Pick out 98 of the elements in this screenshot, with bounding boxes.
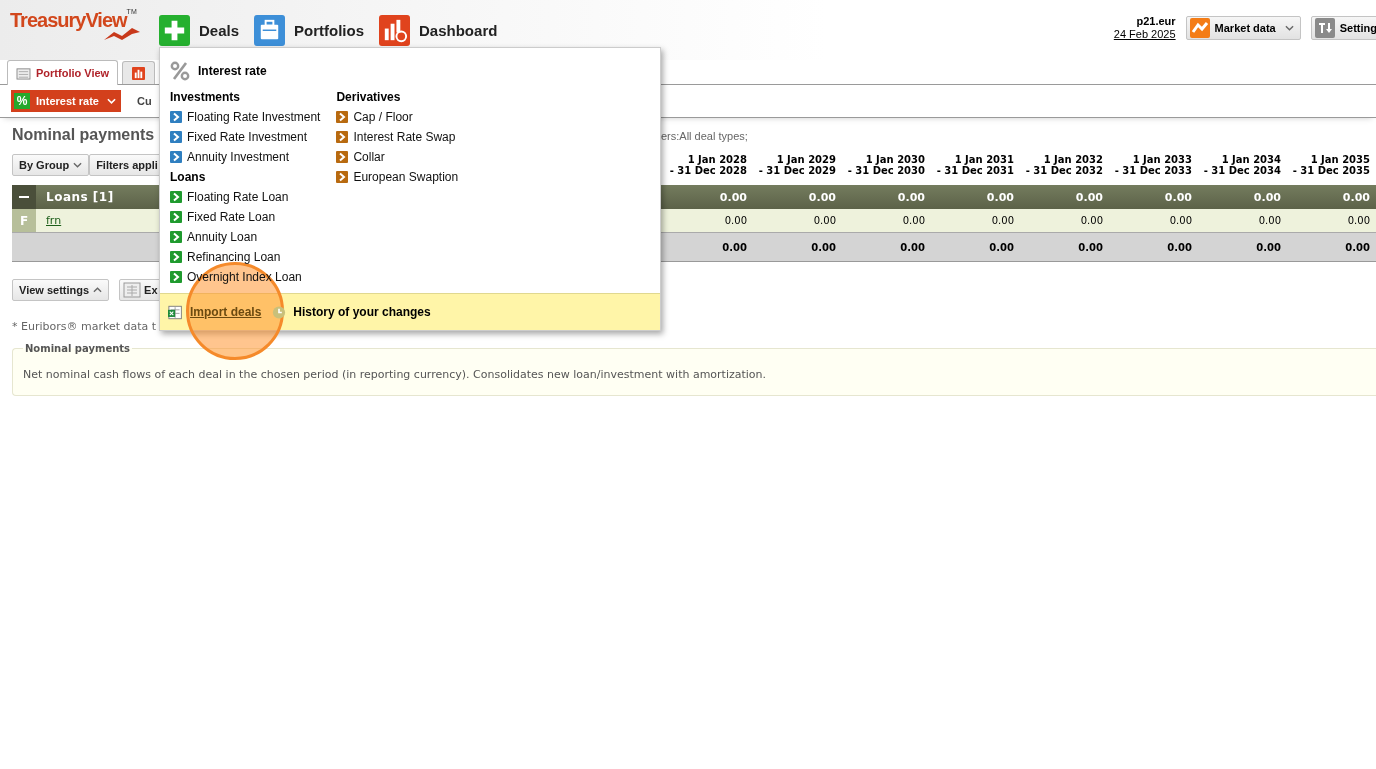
table-cell-text: 0.00 [985,189,1015,206]
table-cell-text: 0.00 [1074,189,1104,206]
table-cell-text: 0.00 [1166,240,1193,255]
chevron-icon [170,231,182,243]
menu-item[interactable]: Annuity Investment [170,147,321,167]
menu-item[interactable]: Overnight Index Loan [170,267,321,287]
info-text: Net nominal cash flows of each deal in the chosen period (in reporting currency). Consolidates new loan/investment with amortization. [23,368,768,381]
table-cell-text: 0.00 [1255,240,1282,255]
table-cell-text: 0.00 [1077,240,1104,255]
view-settings-button[interactable]: View settings [12,279,110,301]
chevron-icon [336,151,349,163]
table-cell-text: 0.00 [1257,214,1282,228]
table-cell-text: 0.00 [1252,189,1282,206]
chevron-icon [170,211,182,223]
spreadsheet-icon [168,304,184,320]
menu-item[interactable]: Floating Rate Investment [170,107,321,127]
logo[interactable]: TreasuryView$^{TM}$ [10,8,146,44]
collapse-button[interactable] [12,185,36,209]
info-title: Nominal payments [24,343,132,354]
table-cell-text: 0.00 [1346,214,1371,228]
menu-item[interactable]: Refinancing Loan [170,247,321,267]
table-cell-text: 0.00 [1168,214,1193,228]
menu-item[interactable]: Collar [336,147,459,167]
deal-type-cell: F [12,209,36,232]
line-chart-icon [1189,18,1210,38]
table-cell-text: 0.00 [723,214,748,228]
menu-item[interactable]: European Swaption [336,167,459,187]
chevron-icon [170,191,182,203]
nav-link[interactable]: Deals [158,14,240,46]
settings-icon [1314,18,1335,38]
report-title: Nominal payments [12,126,155,144]
toolbar-label: Cu [137,95,152,107]
deal-link[interactable]: frn [46,214,62,227]
menu-heading: Investments [170,89,242,106]
table-cell-text: 0.00 [901,214,926,228]
group-label: Loans [1] [46,190,114,204]
caret-icon [93,287,103,293]
column-header: 1 Jan 2035 - 31 Dec 2035 [1291,154,1371,178]
chevron-icon [336,131,349,143]
table-cell-text: 0.00 [812,214,837,228]
table-cell-text: 0.00 [718,189,748,206]
table-cell-text: 0.00 [990,214,1015,228]
percent-icon [170,61,190,81]
table-cell-text: 0.00 [899,240,926,255]
chevron-icon [170,111,182,123]
table-cell-text: 0.00 [988,240,1015,255]
settings-button[interactable]: Setting [1310,16,1376,40]
spreadsheet-icon [123,282,142,298]
asset-class-dropdown[interactable]: % Interest rate [11,90,121,112]
tab[interactable] [122,61,156,84]
column-header: 1 Jan 2032 - 31 Dec 2032 [1024,154,1104,178]
chevron-icon [170,151,182,163]
nav-link[interactable]: Portfolios [253,14,365,46]
table-cell-text: 0.00 [807,189,837,206]
caret-icon [1284,25,1294,31]
export-button[interactable]: Ex [119,279,161,301]
footnote: * Euribors® market data t [12,320,158,333]
caret-icon [73,162,83,168]
caret-icon [107,98,116,104]
market-data-button[interactable]: Market data [1185,16,1301,40]
chevron-icon [170,271,182,283]
menu-item[interactable]: Fixed Rate Investment [170,127,321,147]
import-deals-link[interactable]: Import deals [168,304,262,320]
menu-item[interactable]: Floating Rate Loan [170,187,321,207]
group-dropdown[interactable]: By Group [12,154,90,176]
table-cell-text: 0.00 [1163,189,1193,206]
chevron-icon [336,171,349,183]
chevron-icon [170,251,182,263]
column-header: 1 Jan 2034 - 31 Dec 2034 [1202,154,1282,178]
bar-chart-icon [131,66,147,80]
column-header: 1 Jan 2031 - 31 Dec 2031 [935,154,1015,178]
nav-link[interactable]: Dashboard [378,14,498,46]
menu-heading: Derivatives [336,89,402,106]
user-name: p21.eur [1136,15,1176,28]
list-icon [16,66,31,80]
column-header: 1 Jan 2030 - 31 Dec 2030 [846,154,926,178]
filter-note: ers:All deal types; [661,130,749,142]
chevron-icon [336,111,349,123]
chevron-icon [170,131,182,143]
clock-icon [271,304,288,320]
history-link[interactable]: History of your changes [271,304,431,320]
table-cell-text: 0.00 [1079,214,1104,228]
column-header: 1 Jan 2033 - 31 Dec 2033 [1113,154,1193,178]
table-cell-text: 0.00 [1344,240,1371,255]
menu-item[interactable]: Fixed Rate Loan [170,207,321,227]
table-cell-text: 0.00 [721,240,748,255]
table-cell-text: 0.00 [810,240,837,255]
tab[interactable]: Portfolio View [7,60,119,85]
table-cell-text: 0.00 [896,189,926,206]
menu-heading: Loans [170,169,207,186]
menu-item[interactable]: Cap / Floor [336,107,459,127]
menu-title: Interest rate [198,64,267,78]
column-header: 1 Jan 2028 - 31 Dec 2028 [668,154,748,178]
table-cell-text: 0.00 [1341,189,1371,206]
menu-item[interactable]: Annuity Loan [170,227,321,247]
date-link[interactable]: 24 Feb 2025 [1113,28,1176,41]
column-header: 1 Jan 2029 - 31 Dec 2029 [757,154,837,178]
menu-item[interactable]: Interest Rate Swap [336,127,459,147]
